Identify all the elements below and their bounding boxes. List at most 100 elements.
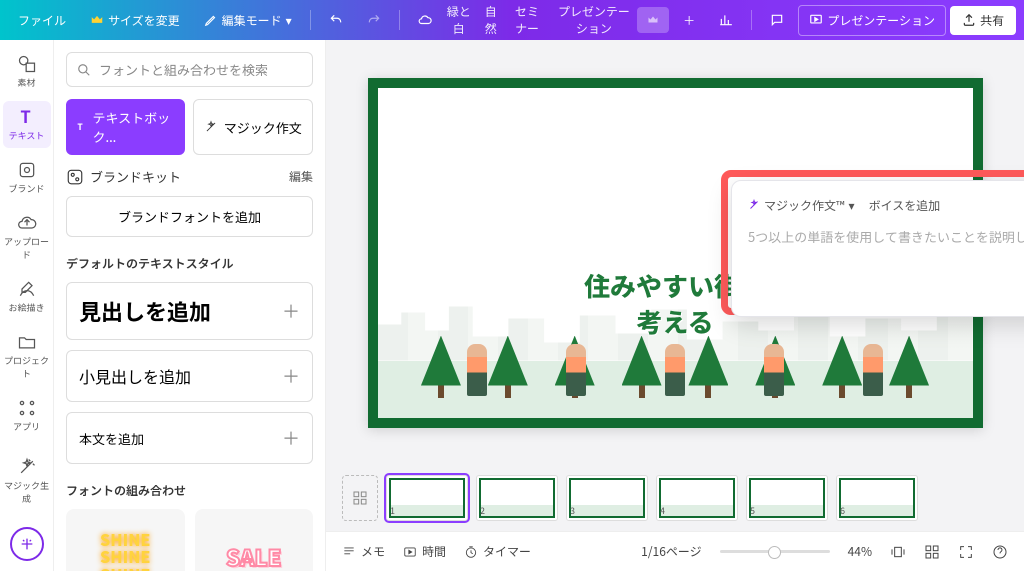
rail-elements[interactable]: 素材 <box>3 48 51 95</box>
slide-thumb-6[interactable]: 6 <box>836 475 918 521</box>
cloud-icon <box>418 13 432 27</box>
duration-button[interactable]: 時間 <box>403 543 446 560</box>
plus-icon: ＋ <box>282 363 300 389</box>
fullscreen-button[interactable] <box>958 544 974 560</box>
svg-text:T: T <box>77 121 83 133</box>
undo-button[interactable] <box>319 7 353 33</box>
upload-icon <box>17 213 37 233</box>
page-indicator[interactable]: 1/16ページ <box>641 543 701 560</box>
add-body-button[interactable]: 本文を追加＋ <box>66 412 313 464</box>
grid-icon <box>924 544 940 560</box>
brandkit-row: ブランドキット 編集 <box>66 167 313 186</box>
brandkit-icon <box>66 168 84 186</box>
zoom-slider[interactable] <box>720 550 830 553</box>
sparkle-icon <box>17 457 37 477</box>
share-button[interactable]: 共有 <box>950 6 1016 35</box>
help-icon <box>992 544 1008 560</box>
divider <box>399 10 400 30</box>
default-styles-label: デフォルトのテキストスタイル <box>66 255 313 272</box>
view-grid-button[interactable] <box>924 544 940 560</box>
undo-icon <box>329 13 343 27</box>
rail-draw[interactable]: お絵描き <box>3 273 51 320</box>
canvas-area: 住みやすい街を 考える マジック作文™ ▾ ボイスを追加 ✕ 5つ以上の単語を使… <box>326 40 1024 571</box>
shapes-icon <box>17 54 37 74</box>
add-button[interactable]: ＋ <box>673 6 705 35</box>
crown-button[interactable] <box>637 7 669 33</box>
svg-text:T: T <box>20 107 30 127</box>
bottom-controls: メモ 時間 タイマー 1/16ページ 44% <box>326 531 1024 571</box>
view-list-button[interactable] <box>890 544 906 560</box>
divider <box>751 10 752 30</box>
magic-write-dialog: マジック作文™ ▾ ボイスを追加 ✕ 5つ以上の単語を使用して書きたいことを説明… <box>731 180 1024 317</box>
notes-button[interactable]: メモ <box>342 543 385 560</box>
plus-sparkle-icon <box>19 536 35 552</box>
play-icon <box>809 13 823 27</box>
chevron-down-icon: ▾ <box>286 12 292 29</box>
slide-thumbnails: 1 2 3 4 5 6 <box>326 465 1024 531</box>
resize-button[interactable]: サイズを変更 <box>80 6 190 35</box>
help-button[interactable] <box>992 544 1008 560</box>
grid-icon <box>352 490 368 506</box>
document-title[interactable]: 緑と白 自然 セミナー プレゼンテーション <box>446 3 634 37</box>
comment-button[interactable] <box>760 7 794 33</box>
top-menubar: ファイル サイズを変更 編集モード ▾ 緑と白 自然 セミナー プレゼンテーショ… <box>0 0 1024 40</box>
slide-thumb-3[interactable]: 3 <box>566 475 648 521</box>
text-icon: T <box>17 107 37 127</box>
add-brand-font-button[interactable]: ブランドフォントを追加 <box>66 196 313 237</box>
folder-icon <box>17 332 37 352</box>
rail-brand[interactable]: ブランド <box>3 154 51 201</box>
play-box-icon <box>403 545 417 559</box>
edit-mode-menu[interactable]: 編集モード ▾ <box>194 6 302 35</box>
magic-write-button[interactable]: マジック作文 <box>193 99 314 155</box>
share-icon <box>962 13 976 27</box>
carousel-icon <box>890 544 906 560</box>
plus-icon: ＋ <box>282 425 300 451</box>
notes-icon <box>342 545 356 559</box>
dialog-title[interactable]: マジック作文™ ▾ <box>748 197 855 214</box>
rail-projects[interactable]: プロジェクト <box>3 326 51 386</box>
text-panel: フォントと組み合わせを検索 T テキストボック... マジック作文 ブランドキッ… <box>54 40 326 571</box>
redo-button[interactable] <box>357 7 391 33</box>
add-textbox-button[interactable]: T テキストボック... <box>66 99 185 155</box>
font-search-input[interactable]: フォントと組み合わせを検索 <box>66 52 313 87</box>
apps-icon <box>17 398 37 418</box>
plus-icon: ＋ <box>282 298 300 324</box>
wand-icon <box>204 120 218 134</box>
rail-magic[interactable]: マジック生成 <box>3 451 51 511</box>
crown-icon <box>90 13 104 27</box>
chart-icon <box>719 13 733 27</box>
slide-thumb-5[interactable]: 5 <box>746 475 828 521</box>
add-voice-button[interactable]: ボイスを追加 <box>869 197 941 214</box>
rail-apps[interactable]: アプリ <box>3 392 51 439</box>
crown-icon <box>647 13 659 27</box>
add-subheading-button[interactable]: 小見出しを追加＋ <box>66 350 313 402</box>
fullscreen-icon <box>958 544 974 560</box>
side-rail: 素材 Tテキスト ブランド アップロード お絵描き プロジェクト アプリ マジッ… <box>0 40 54 571</box>
font-combo-shine[interactable]: SHINE SHINE SHINE♛ <box>66 509 185 571</box>
editor-stage[interactable]: 住みやすい街を 考える マジック作文™ ▾ ボイスを追加 ✕ 5つ以上の単語を使… <box>326 40 1024 465</box>
present-button[interactable]: プレゼンテーション <box>798 5 946 36</box>
slide-thumb-4[interactable]: 4 <box>656 475 738 521</box>
zoom-value[interactable]: 44% <box>848 543 872 560</box>
slide-thumb-2[interactable]: 2 <box>476 475 558 521</box>
rail-text[interactable]: Tテキスト <box>3 101 51 148</box>
magic-assist-button[interactable] <box>10 527 44 561</box>
cloud-sync-button[interactable] <box>408 7 442 33</box>
timer-icon <box>464 545 478 559</box>
draw-icon <box>17 279 37 299</box>
font-combos-label: フォントの組み合わせ <box>66 482 313 499</box>
analytics-button[interactable] <box>709 7 743 33</box>
chevron-down-icon: ▾ <box>849 197 855 214</box>
timer-button[interactable]: タイマー <box>464 543 531 560</box>
file-menu[interactable]: ファイル <box>8 6 76 35</box>
divider <box>310 10 311 30</box>
rail-upload[interactable]: アップロード <box>3 207 51 267</box>
search-icon <box>77 63 91 77</box>
add-heading-button[interactable]: 見出しを追加＋ <box>66 282 313 340</box>
brandkit-edit-link[interactable]: 編集 <box>289 168 313 185</box>
add-page-button[interactable] <box>342 475 378 521</box>
slide-thumb-1[interactable]: 1 <box>386 475 468 521</box>
font-combo-sale[interactable]: SALE♛ <box>195 509 314 571</box>
prompt-input[interactable]: 5つ以上の単語を使用して書きたいことを説明してください <box>748 227 1024 246</box>
redo-icon <box>367 13 381 27</box>
